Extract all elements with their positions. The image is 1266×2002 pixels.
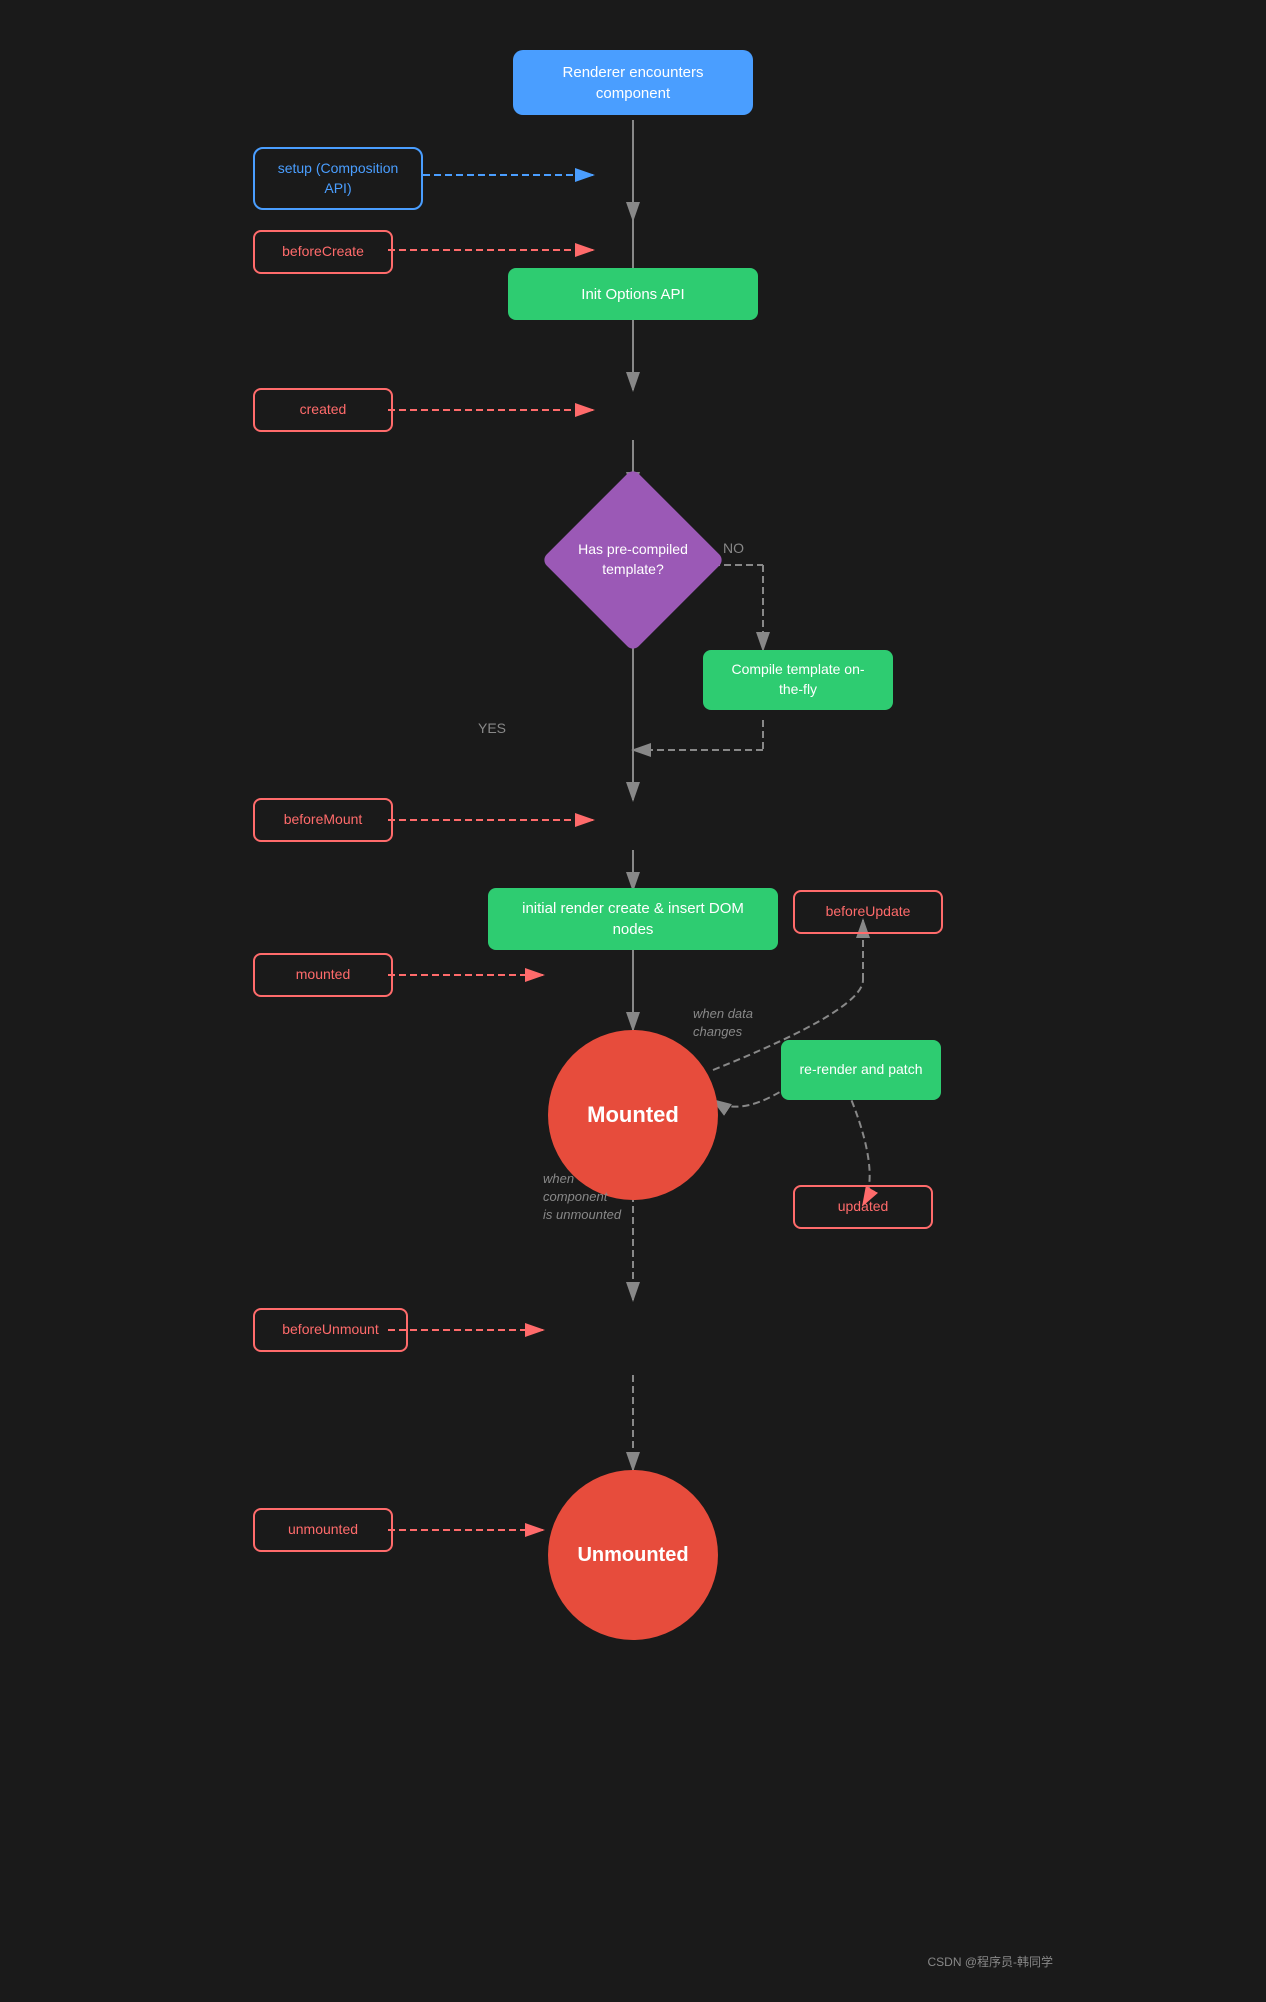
init-options-box: Init Options API — [508, 268, 758, 320]
unmounted-circle: Unmounted — [548, 1470, 718, 1640]
unmounted-box: unmounted — [253, 1508, 393, 1552]
updated-box: updated — [793, 1185, 933, 1229]
created-box: created — [253, 388, 393, 432]
mounted-box: mounted — [253, 953, 393, 997]
initial-render-box: initial render create & insert DOM nodes — [488, 888, 778, 950]
has-template-diamond: Has pre-compiled template? — [553, 480, 713, 640]
before-mount-box: beforeMount — [253, 798, 393, 842]
compile-template-box: Compile template on-the-fly — [703, 650, 893, 710]
re-render-box: re-render and patch — [781, 1040, 941, 1100]
setup-box: setup (Composition API) — [253, 147, 423, 210]
before-unmount-box: beforeUnmount — [253, 1308, 408, 1352]
yes-label: YES — [478, 720, 506, 736]
no-label: NO — [723, 540, 744, 556]
watermark: CSDN @程序员-韩同学 — [927, 1953, 1053, 1970]
before-create-box: beforeCreate — [253, 230, 393, 274]
when-data-changes-label: when datachanges — [693, 1005, 753, 1041]
renderer-box: Renderer encounters component — [513, 50, 753, 115]
before-update-box: beforeUpdate — [793, 890, 943, 934]
lifecycle-diagram: Renderer encounters component setup (Com… — [203, 20, 1063, 1980]
when-unmounted-label: whencomponentis unmounted — [543, 1170, 621, 1225]
